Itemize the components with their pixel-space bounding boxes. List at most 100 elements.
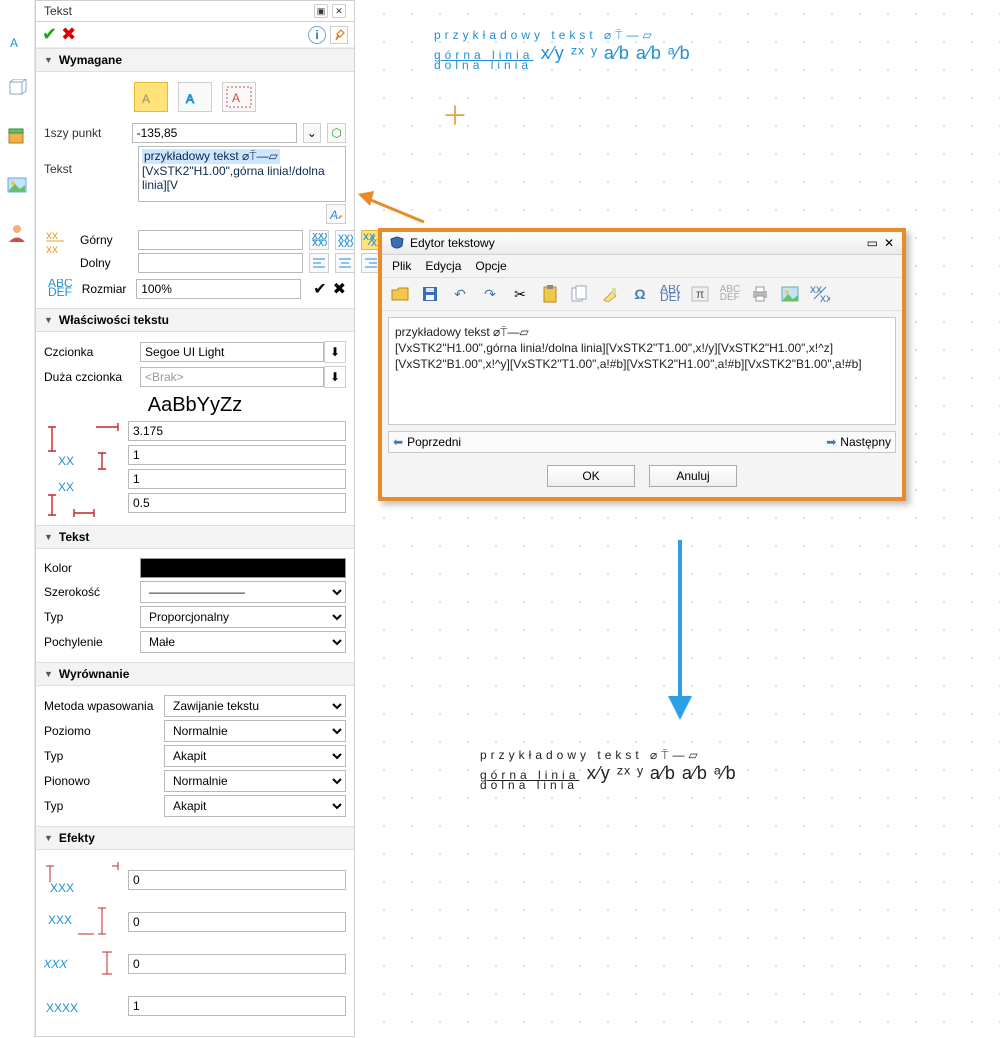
section-text-label: Tekst — [59, 530, 89, 544]
align-btn-1[interactable] — [309, 253, 329, 273]
section-effects[interactable]: Efekty — [36, 826, 354, 850]
cut-icon[interactable]: ✂ — [510, 284, 530, 304]
paste-icon[interactable] — [540, 284, 560, 304]
effect-input-3[interactable] — [128, 954, 346, 974]
text-content-line1: przykładowy tekst ⌀⍑—▱ — [142, 149, 280, 164]
upper-label: Górny — [80, 233, 132, 247]
font-dropdown-button[interactable]: ⬇ — [324, 341, 346, 363]
pi-icon[interactable]: π — [690, 284, 710, 304]
sidebar-package-icon[interactable] — [6, 126, 28, 148]
origin-cross-icon: ＋ — [442, 96, 468, 133]
confirm-row: ✔ ✖ i — [36, 22, 354, 48]
first-point-input[interactable] — [132, 123, 297, 143]
editor-min-icon[interactable]: ▭ — [867, 236, 878, 250]
width-label: Szerokość — [44, 585, 140, 599]
cancel-button[interactable]: ✖ — [61, 24, 76, 45]
effect-input-2[interactable] — [128, 912, 346, 932]
pin-icon[interactable] — [330, 26, 348, 44]
prev-button[interactable]: ⬅ Poprzedni — [393, 435, 461, 449]
type-solid-button[interactable]: A — [134, 82, 168, 112]
first-point-expand-icon[interactable]: ⌄ — [303, 123, 322, 143]
menu-options[interactable]: Opcje — [475, 259, 506, 273]
sidebar-cube-icon[interactable] — [6, 78, 28, 100]
spacing-input-2[interactable] — [128, 445, 346, 465]
printer-icon[interactable] — [750, 284, 770, 304]
fraction-toolbar-icon[interactable]: xxxx — [810, 284, 830, 304]
sidebar-text-icon[interactable]: A — [6, 30, 28, 52]
undo-icon[interactable]: ↶ — [450, 284, 470, 304]
editor-close-icon[interactable]: ✕ — [884, 236, 894, 250]
type-boxed-button[interactable]: A — [222, 82, 256, 112]
lower-input[interactable] — [138, 253, 303, 273]
menu-edit[interactable]: Edycja — [425, 259, 461, 273]
menu-file[interactable]: Plik — [392, 259, 411, 273]
text-content-area[interactable]: przykładowy tekst ⌀⍑—▱ [VxSTK2"H1.00",gó… — [138, 146, 346, 202]
text-type-buttons: A A A — [44, 78, 346, 120]
info-icon[interactable]: i — [308, 26, 326, 44]
sidebar-image-icon[interactable] — [6, 174, 28, 196]
spacing-diagram-icon: XX XX — [44, 421, 122, 519]
size-cancel-button[interactable]: ✖ — [333, 279, 346, 299]
open-editor-button[interactable]: A — [326, 204, 346, 224]
color-swatch[interactable] — [140, 558, 346, 578]
align-btn-2[interactable] — [335, 253, 355, 273]
panel-collapse-icon[interactable]: ▣ — [314, 4, 328, 18]
text-panel: Tekst ▣ ✕ ✔ ✖ i Wymagane A A A 1szy pu — [35, 0, 355, 1037]
abcdef-icon[interactable]: ABCDEF — [44, 279, 76, 299]
editor-nav: ⬅ Poprzedni ➡ Następny — [388, 431, 896, 453]
omega-icon[interactable]: Ω — [630, 284, 650, 304]
orange-pointer-arrow-icon — [358, 188, 428, 228]
slant-select[interactable]: Małe — [140, 631, 346, 653]
section-text[interactable]: Tekst — [36, 525, 354, 549]
font-label: Czcionka — [44, 345, 140, 359]
open-icon[interactable] — [390, 284, 410, 304]
spacing-input-1[interactable] — [128, 421, 346, 441]
bigfont-dropdown-button[interactable]: ⬇ — [324, 366, 346, 388]
frac-btn-1[interactable]: xxxxxx — [309, 230, 329, 250]
accept-button[interactable]: ✔ — [42, 24, 57, 45]
picture-icon[interactable] — [780, 284, 800, 304]
font-input[interactable] — [140, 342, 324, 362]
abcdef-toolbar-icon[interactable]: ABCDEF — [660, 284, 680, 304]
section-textprops[interactable]: Właściwości tekstu — [36, 308, 354, 332]
clear-icon[interactable] — [600, 284, 620, 304]
text-content-line2: [VxSTK2"H1.00",górna linia!/dolna linia]… — [142, 164, 325, 192]
effect-icon-2: XXX — [44, 904, 122, 940]
fit-select[interactable]: Zawijanie tekstu — [164, 695, 346, 717]
section-required[interactable]: Wymagane — [36, 48, 354, 72]
horiz-select[interactable]: Normalnie — [164, 720, 346, 742]
sidebar-user-icon[interactable] — [6, 222, 28, 244]
section-align[interactable]: Wyrównanie — [36, 662, 354, 686]
upper-input[interactable] — [138, 230, 303, 250]
copy-icon[interactable] — [570, 284, 590, 304]
first-point-pick-icon[interactable]: ⬡ — [327, 123, 346, 143]
type-select[interactable]: Proporcjonalny — [140, 606, 346, 628]
redo-icon[interactable]: ↷ — [480, 284, 500, 304]
vert-select[interactable]: Normalnie — [164, 770, 346, 792]
svg-text:xxx: xxx — [338, 236, 353, 247]
save-icon[interactable] — [420, 284, 440, 304]
panel-close-icon[interactable]: ✕ — [332, 4, 346, 18]
frac-btn-2[interactable]: xxxxxx — [335, 230, 355, 250]
editor-ok-button[interactable]: OK — [547, 465, 635, 487]
align-type2-select[interactable]: Akapit — [164, 795, 346, 817]
section-required-label: Wymagane — [59, 53, 122, 67]
align-type1-select[interactable]: Akapit — [164, 745, 346, 767]
editor-cancel-button[interactable]: Anuluj — [649, 465, 737, 487]
fraction-preset-icons: xxxx — [44, 227, 74, 260]
spacing-input-3[interactable] — [128, 469, 346, 489]
type-outline-button[interactable]: A — [178, 82, 212, 112]
size-accept-button[interactable]: ✔ — [313, 279, 326, 299]
size-input[interactable] — [136, 279, 301, 299]
abc-strike-icon[interactable]: ABCDEF — [720, 284, 740, 304]
next-button[interactable]: ➡ Następny — [826, 435, 891, 449]
width-select[interactable]: ———————— — [140, 581, 346, 603]
vert-label: Pionowo — [44, 774, 164, 788]
bigfont-input[interactable] — [140, 367, 324, 387]
spacing-input-4[interactable] — [128, 493, 346, 513]
editor-textarea[interactable]: przykładowy tekst ⌀⍑—▱ [VxSTK2"H1.00",gó… — [388, 317, 896, 425]
svg-text:DEF: DEF — [48, 285, 72, 299]
effect-input-4[interactable] — [128, 996, 346, 1016]
canvas-black-bot: dolna linia — [480, 778, 578, 792]
effect-input-1[interactable] — [128, 870, 346, 890]
